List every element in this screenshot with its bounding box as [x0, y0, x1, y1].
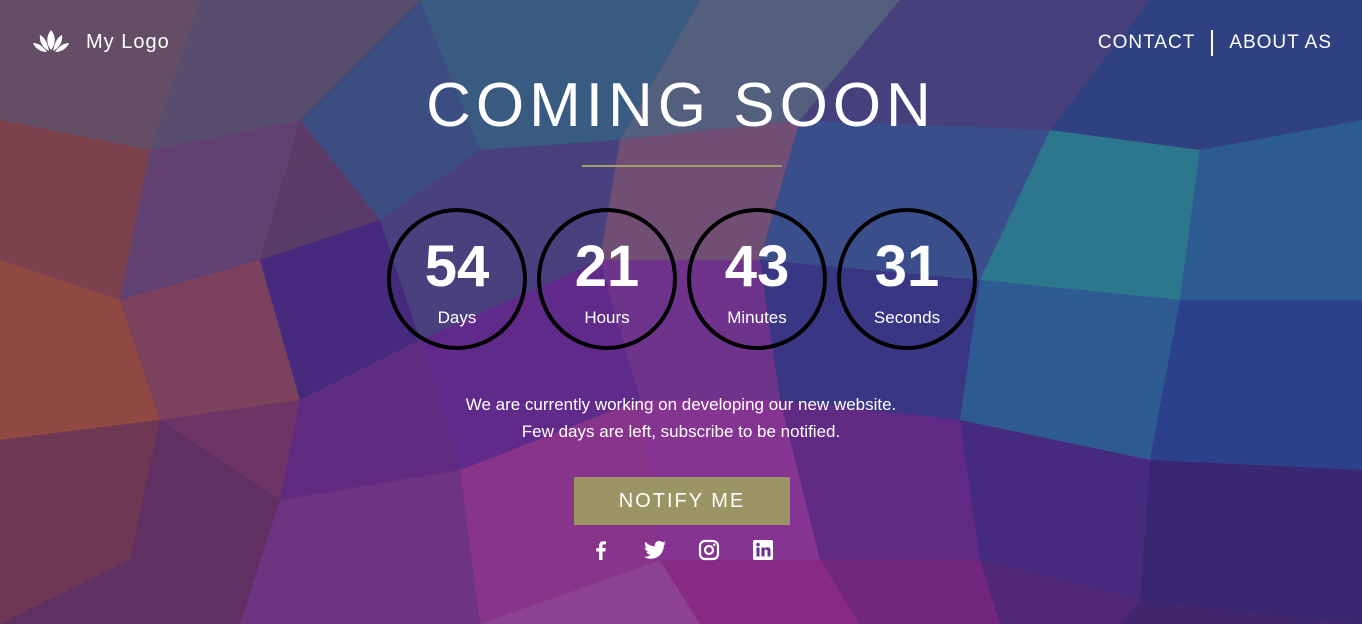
social-links	[589, 538, 775, 562]
countdown-unit: Seconds	[873, 308, 941, 327]
countdown-value: 43	[724, 234, 790, 299]
notify-me-button[interactable]: NOTIFY ME	[574, 477, 790, 525]
facebook-icon[interactable]	[589, 538, 613, 562]
instagram-icon[interactable]	[697, 538, 721, 562]
countdown-seconds: 31 Seconds	[837, 208, 977, 350]
message-line: Few days are left, subscribe to be notif…	[521, 422, 841, 441]
page-title: COMING SOON	[426, 71, 936, 140]
logo[interactable]: My Logo	[32, 26, 170, 58]
lotus-icon	[32, 26, 70, 58]
nav-separator	[1211, 30, 1214, 56]
countdown-value: 21	[574, 234, 640, 299]
logo-text: My Logo	[86, 30, 170, 53]
linkedin-icon[interactable]	[751, 538, 775, 562]
countdown-minutes: 43 Minutes	[687, 208, 827, 350]
countdown: 54 Days 21 Hours 43 Minutes 31 Seconds	[387, 208, 987, 350]
nav-link-about[interactable]: ABOUT AS	[1229, 32, 1332, 54]
countdown-hours: 21 Hours	[537, 208, 677, 350]
message-line: We are currently working on developing o…	[465, 395, 897, 414]
countdown-value: 31	[874, 234, 940, 299]
countdown-unit: Minutes	[727, 308, 787, 327]
countdown-unit: Days	[437, 308, 477, 327]
countdown-value: 54	[424, 234, 490, 299]
twitter-icon[interactable]	[643, 538, 667, 562]
title-divider	[582, 165, 782, 167]
message: We are currently working on developing o…	[0, 391, 1362, 445]
nav-link-contact[interactable]: CONTACT	[1098, 32, 1195, 54]
top-nav: CONTACT ABOUT AS	[1098, 30, 1332, 56]
countdown-days: 54 Days	[387, 208, 527, 350]
countdown-unit: Hours	[584, 308, 630, 327]
